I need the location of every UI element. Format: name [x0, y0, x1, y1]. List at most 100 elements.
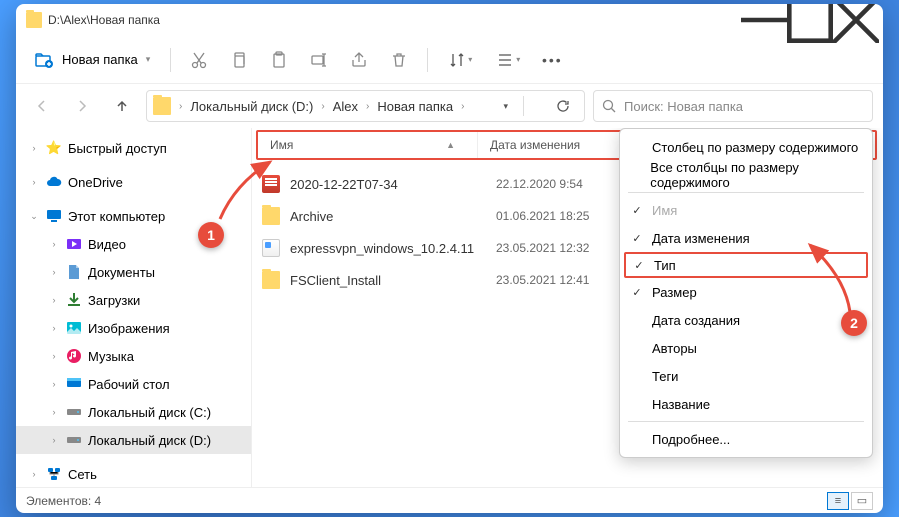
chevron-right-icon: ›: [48, 379, 60, 389]
chevron-right-icon: ›: [48, 267, 60, 277]
minimize-button[interactable]: [741, 4, 787, 36]
maximize-button[interactable]: [787, 4, 833, 36]
chevron-right-icon: ›: [459, 101, 466, 112]
menu-more[interactable]: Подробнее...: [620, 425, 872, 453]
sidebar: ›⭐Быстрый доступ ›OneDrive ⌄Этот компьют…: [16, 128, 252, 487]
video-icon: [66, 236, 82, 252]
chevron-down-icon: ⌄: [28, 211, 40, 222]
menu-size-column[interactable]: Столбец по размеру содержимого: [620, 133, 872, 161]
check-icon: ✓: [628, 286, 646, 299]
menu-col-date[interactable]: ✓Дата изменения: [620, 224, 872, 252]
up-button[interactable]: [106, 90, 138, 122]
view-button[interactable]: ▾: [486, 42, 530, 78]
drive-icon: [66, 404, 82, 420]
chevron-right-icon: ›: [48, 407, 60, 417]
refresh-button[interactable]: [548, 91, 578, 121]
share-button[interactable]: [341, 42, 377, 78]
context-menu: Столбец по размеру содержимого Все столб…: [619, 128, 873, 458]
sidebar-network[interactable]: ›Сеть: [16, 460, 251, 487]
chevron-right-icon: ›: [48, 323, 60, 333]
delete-button[interactable]: [381, 42, 417, 78]
sidebar-diskc[interactable]: ›Локальный диск (C:): [16, 398, 251, 426]
body: ›⭐Быстрый доступ ›OneDrive ⌄Этот компьют…: [16, 128, 883, 487]
chevron-right-icon: ›: [48, 351, 60, 361]
menu-size-all[interactable]: Все столбцы по размеру содержимого: [620, 161, 872, 189]
app-icon: [262, 239, 280, 257]
cut-button[interactable]: [181, 42, 217, 78]
rename-button[interactable]: [301, 42, 337, 78]
sidebar-pictures[interactable]: ›Изображения: [16, 314, 251, 342]
breadcrumb-part[interactable]: Новая папка: [373, 97, 457, 116]
folder-icon: [26, 12, 42, 28]
chevron-right-icon: ›: [28, 143, 40, 153]
folder-icon: [262, 271, 280, 289]
window-title: D:\Alex\Новая папка: [48, 13, 741, 27]
chevron-right-icon: ›: [48, 295, 60, 305]
drive-icon: [66, 432, 82, 448]
titlebar: D:\Alex\Новая папка: [16, 4, 883, 36]
cloud-icon: [46, 174, 62, 190]
chevron-right-icon: ›: [177, 101, 184, 112]
back-button[interactable]: [26, 90, 58, 122]
statusbar: Элементов: 4 ≡ ▭: [16, 487, 883, 513]
menu-col-size[interactable]: ✓Размер: [620, 278, 872, 306]
desktop-icon: [66, 376, 82, 392]
check-icon: ✓: [630, 259, 648, 272]
address-bar[interactable]: › Локальный диск (D:) › Alex › Новая пап…: [146, 90, 585, 122]
document-icon: [66, 264, 82, 280]
chevron-down-icon: ▾: [146, 54, 151, 65]
menu-col-created[interactable]: Дата создания: [620, 306, 872, 334]
sidebar-music[interactable]: ›Музыка: [16, 342, 251, 370]
sidebar-desktop[interactable]: ›Рабочий стол: [16, 370, 251, 398]
sidebar-onedrive[interactable]: ›OneDrive: [16, 168, 251, 196]
chevron-right-icon: ›: [364, 101, 371, 112]
menu-col-name[interactable]: ✓Имя: [620, 196, 872, 224]
picture-icon: [66, 320, 82, 336]
sidebar-downloads[interactable]: ›Загрузки: [16, 286, 251, 314]
folder-icon: [153, 97, 171, 115]
menu-col-title[interactable]: Название: [620, 390, 872, 418]
menu-col-tags[interactable]: Теги: [620, 362, 872, 390]
folder-icon: [262, 207, 280, 225]
menu-col-type[interactable]: ✓Тип: [624, 252, 868, 278]
chevron-right-icon: ›: [28, 469, 40, 479]
new-folder-label: Новая папка: [62, 52, 138, 67]
music-icon: [66, 348, 82, 364]
status-count: Элементов: 4: [26, 494, 101, 508]
column-name[interactable]: Имя▲: [258, 132, 478, 158]
download-icon: [66, 292, 82, 308]
new-folder-button[interactable]: Новая папка ▾: [24, 44, 160, 76]
sidebar-quick-access[interactable]: ›⭐Быстрый доступ: [16, 134, 251, 162]
column-date[interactable]: Дата изменения: [478, 132, 628, 158]
search-icon: [602, 99, 616, 113]
chevron-right-icon: ›: [48, 239, 60, 249]
paste-button[interactable]: [261, 42, 297, 78]
menu-col-authors[interactable]: Авторы: [620, 334, 872, 362]
forward-button[interactable]: [66, 90, 98, 122]
chevron-right-icon: ›: [319, 101, 326, 112]
star-icon: ⭐: [46, 140, 62, 156]
pdf-icon: [262, 175, 280, 193]
network-icon: [46, 466, 62, 482]
address-dropdown-button[interactable]: ▾: [491, 91, 521, 121]
close-button[interactable]: [833, 4, 879, 36]
breadcrumb-part[interactable]: Alex: [329, 97, 362, 116]
chevron-right-icon: ›: [28, 177, 40, 187]
details-view-button[interactable]: ≡: [827, 492, 849, 510]
address-row: › Локальный диск (D:) › Alex › Новая пап…: [16, 84, 883, 128]
more-button[interactable]: •••: [534, 42, 570, 78]
file-list: Имя▲ Дата изменения 2020-12-22T07-3422.1…: [252, 128, 883, 487]
sort-indicator-icon: ▲: [446, 140, 455, 150]
breadcrumb-part[interactable]: Локальный диск (D:): [186, 97, 317, 116]
annotation-badge-1: 1: [198, 222, 224, 248]
copy-button[interactable]: [221, 42, 257, 78]
new-folder-icon: [34, 50, 54, 70]
sidebar-documents[interactable]: ›Документы: [16, 258, 251, 286]
annotation-badge-2: 2: [841, 310, 867, 336]
search-placeholder: Поиск: Новая папка: [624, 99, 743, 114]
search-input[interactable]: Поиск: Новая папка: [593, 90, 873, 122]
sidebar-diskd[interactable]: ›Локальный диск (D:): [16, 426, 251, 454]
check-icon: ✓: [628, 232, 646, 245]
icons-view-button[interactable]: ▭: [851, 492, 873, 510]
sort-button[interactable]: ▾: [438, 42, 482, 78]
